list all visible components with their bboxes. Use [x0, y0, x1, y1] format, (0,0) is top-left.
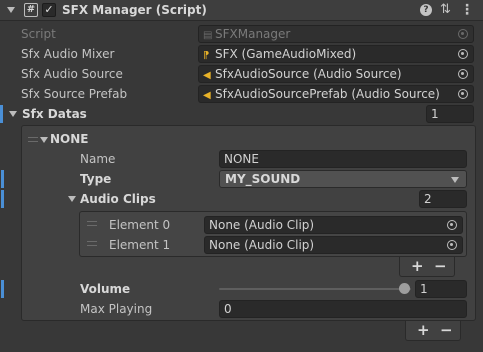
sfx-datas-label[interactable]: Sfx Datas: [22, 104, 87, 124]
script-label: Script: [21, 27, 56, 41]
component-title: SFX Manager (Script): [62, 3, 207, 17]
object-picker-icon[interactable]: [447, 220, 457, 230]
type-label: Type: [80, 172, 112, 186]
volume-slider[interactable]: [219, 281, 411, 297]
script-value: SFXManager: [215, 27, 291, 41]
object-picker-icon[interactable]: [458, 69, 468, 79]
script-field: ▤ SFXManager: [198, 25, 474, 43]
sfx-datas-add-remove: + −: [405, 321, 461, 341]
more-icon[interactable]: ⋮: [460, 1, 474, 19]
remove-element-button[interactable]: −: [434, 256, 447, 276]
settings-icon[interactable]: ⇅: [440, 1, 451, 19]
source-field[interactable]: ◀ SfxAudioSource (Audio Source): [198, 65, 474, 83]
element-0-label: Element 0: [109, 218, 171, 232]
object-picker-icon[interactable]: [447, 240, 457, 250]
mixer-field[interactable]: ⁋ SFX (GameAudioMixed): [198, 45, 474, 63]
drag-handle-icon[interactable]: [87, 241, 97, 246]
volume-input[interactable]: 1: [415, 280, 467, 298]
sfx-datas-size[interactable]: 1: [426, 105, 474, 123]
element-0-value: None (Audio Clip): [209, 218, 315, 232]
script-file-icon: ▤: [203, 30, 213, 41]
element-1-label: Element 1: [109, 238, 171, 252]
audio-clips-size[interactable]: 2: [419, 190, 467, 208]
speaker-icon: ◀: [203, 70, 211, 81]
speaker-icon: ◀: [203, 90, 211, 101]
audio-clips-list: Element 0 None (Audio Clip) Element 1 No…: [79, 211, 467, 257]
audio-clips-add-remove: + −: [399, 257, 455, 277]
help-icon[interactable]: ?: [420, 4, 432, 16]
drag-handle-icon[interactable]: [87, 221, 97, 226]
foldout-arrow-icon[interactable]: [9, 111, 17, 117]
mixer-group-icon: ⁋: [203, 50, 210, 61]
chevron-down-icon: [451, 177, 459, 183]
foldout-arrow-icon[interactable]: [7, 7, 15, 13]
prefab-label: Sfx Source Prefab: [21, 87, 128, 101]
mixer-value: SFX (GameAudioMixed): [215, 47, 357, 61]
hash-script-icon: #: [24, 3, 38, 17]
mixer-label: Sfx Audio Mixer: [21, 47, 115, 61]
element-1-field[interactable]: None (Audio Clip): [204, 236, 463, 254]
drag-handle-icon[interactable]: [28, 137, 38, 142]
object-picker-icon[interactable]: [458, 89, 468, 99]
audio-clips-label[interactable]: Audio Clips: [80, 189, 156, 209]
sfx-datas-list: NONE Name NONE Type MY_SOUND Audio Clips…: [1, 125, 476, 321]
remove-element-button[interactable]: −: [440, 320, 453, 340]
foldout-arrow-icon[interactable]: [68, 196, 76, 202]
slider-track: [219, 288, 411, 290]
type-dropdown[interactable]: MY_SOUND: [219, 170, 467, 188]
element-0-field[interactable]: None (Audio Clip): [204, 216, 463, 234]
add-element-button[interactable]: +: [411, 256, 424, 276]
add-element-button[interactable]: +: [417, 320, 430, 340]
foldout-arrow-icon[interactable]: [40, 137, 48, 143]
source-label: Sfx Audio Source: [21, 67, 123, 81]
source-value: SfxAudioSource (Audio Source): [215, 67, 402, 81]
prefab-value: SfxAudioSourcePrefab (Audio Source): [215, 87, 440, 101]
name-input[interactable]: NONE: [219, 150, 467, 168]
modified-indicator: [1, 190, 4, 208]
element-title[interactable]: NONE: [50, 129, 88, 149]
enabled-checkbox[interactable]: ✓: [42, 3, 56, 17]
slider-thumb[interactable]: [399, 283, 410, 294]
object-picker-icon[interactable]: [458, 49, 468, 59]
modified-indicator: [1, 170, 4, 188]
modified-indicator: [0, 105, 3, 123]
object-picker-icon: [458, 29, 468, 39]
element-1-value: None (Audio Clip): [209, 238, 315, 252]
volume-label: Volume: [80, 282, 131, 296]
max-playing-input[interactable]: 0: [219, 300, 467, 318]
name-label: Name: [80, 152, 116, 166]
max-playing-label: Max Playing: [80, 302, 153, 316]
prefab-field[interactable]: ◀ SfxAudioSourcePrefab (Audio Source): [198, 85, 474, 103]
modified-indicator: [1, 280, 4, 298]
type-value: MY_SOUND: [225, 172, 301, 186]
component-header: # ✓ SFX Manager (Script) ? ⇅ ⋮: [0, 0, 483, 21]
